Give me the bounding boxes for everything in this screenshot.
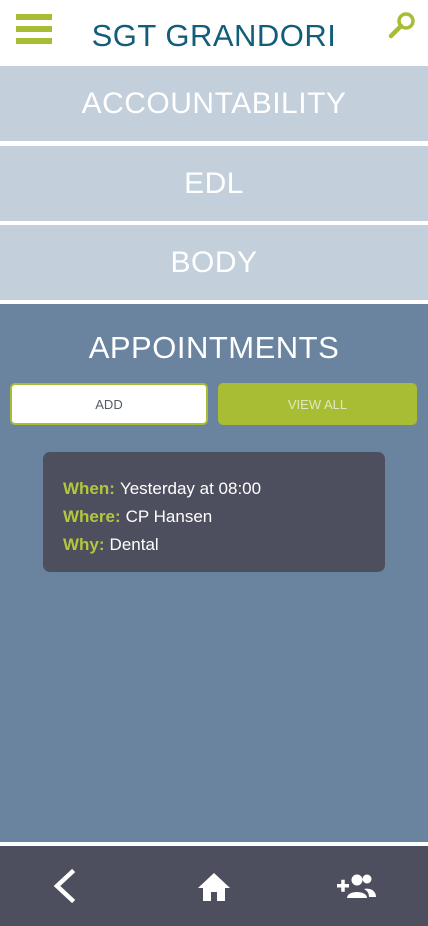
search-icon[interactable]: [386, 10, 418, 42]
section-edl[interactable]: EDL: [0, 146, 428, 221]
appointment-card[interactable]: When: Yesterday at 08:00 Where: CP Hansen …: [43, 452, 385, 572]
view-all-button[interactable]: VIEW ALL: [218, 383, 417, 425]
section-body-label: BODY: [170, 245, 258, 279]
appointment-when-row: When: Yesterday at 08:00: [63, 475, 365, 503]
section-accountability[interactable]: ACCOUNTABILITY: [0, 66, 428, 141]
appointments-panel: APPOINTMENTS ADD VIEW ALL When: Yesterday…: [0, 304, 428, 842]
app-header: SGT GRANDORI: [0, 0, 428, 66]
bottom-nav-bar: [0, 846, 428, 926]
page-title: SGT GRANDORI: [91, 18, 337, 53]
appointments-title: APPOINTMENTS: [88, 330, 340, 365]
add-user-icon[interactable]: [336, 868, 378, 904]
where-value: CP Hansen: [125, 507, 213, 526]
appointment-where-row: Where: CP Hansen: [63, 503, 365, 531]
section-body[interactable]: BODY: [0, 225, 428, 300]
when-label: When:: [63, 479, 115, 498]
where-label: Where:: [63, 507, 121, 526]
why-value: Dental: [109, 535, 159, 554]
chevron-left-icon[interactable]: [45, 868, 85, 904]
home-icon[interactable]: [194, 868, 234, 904]
when-value: Yesterday at 08:00: [119, 479, 262, 498]
section-edl-label: EDL: [184, 166, 244, 200]
add-appointment-button[interactable]: ADD: [10, 383, 208, 425]
why-label: Why:: [63, 535, 105, 554]
section-accountability-label: ACCOUNTABILITY: [81, 86, 347, 120]
appointment-why-row: Why: Dental: [63, 531, 365, 559]
